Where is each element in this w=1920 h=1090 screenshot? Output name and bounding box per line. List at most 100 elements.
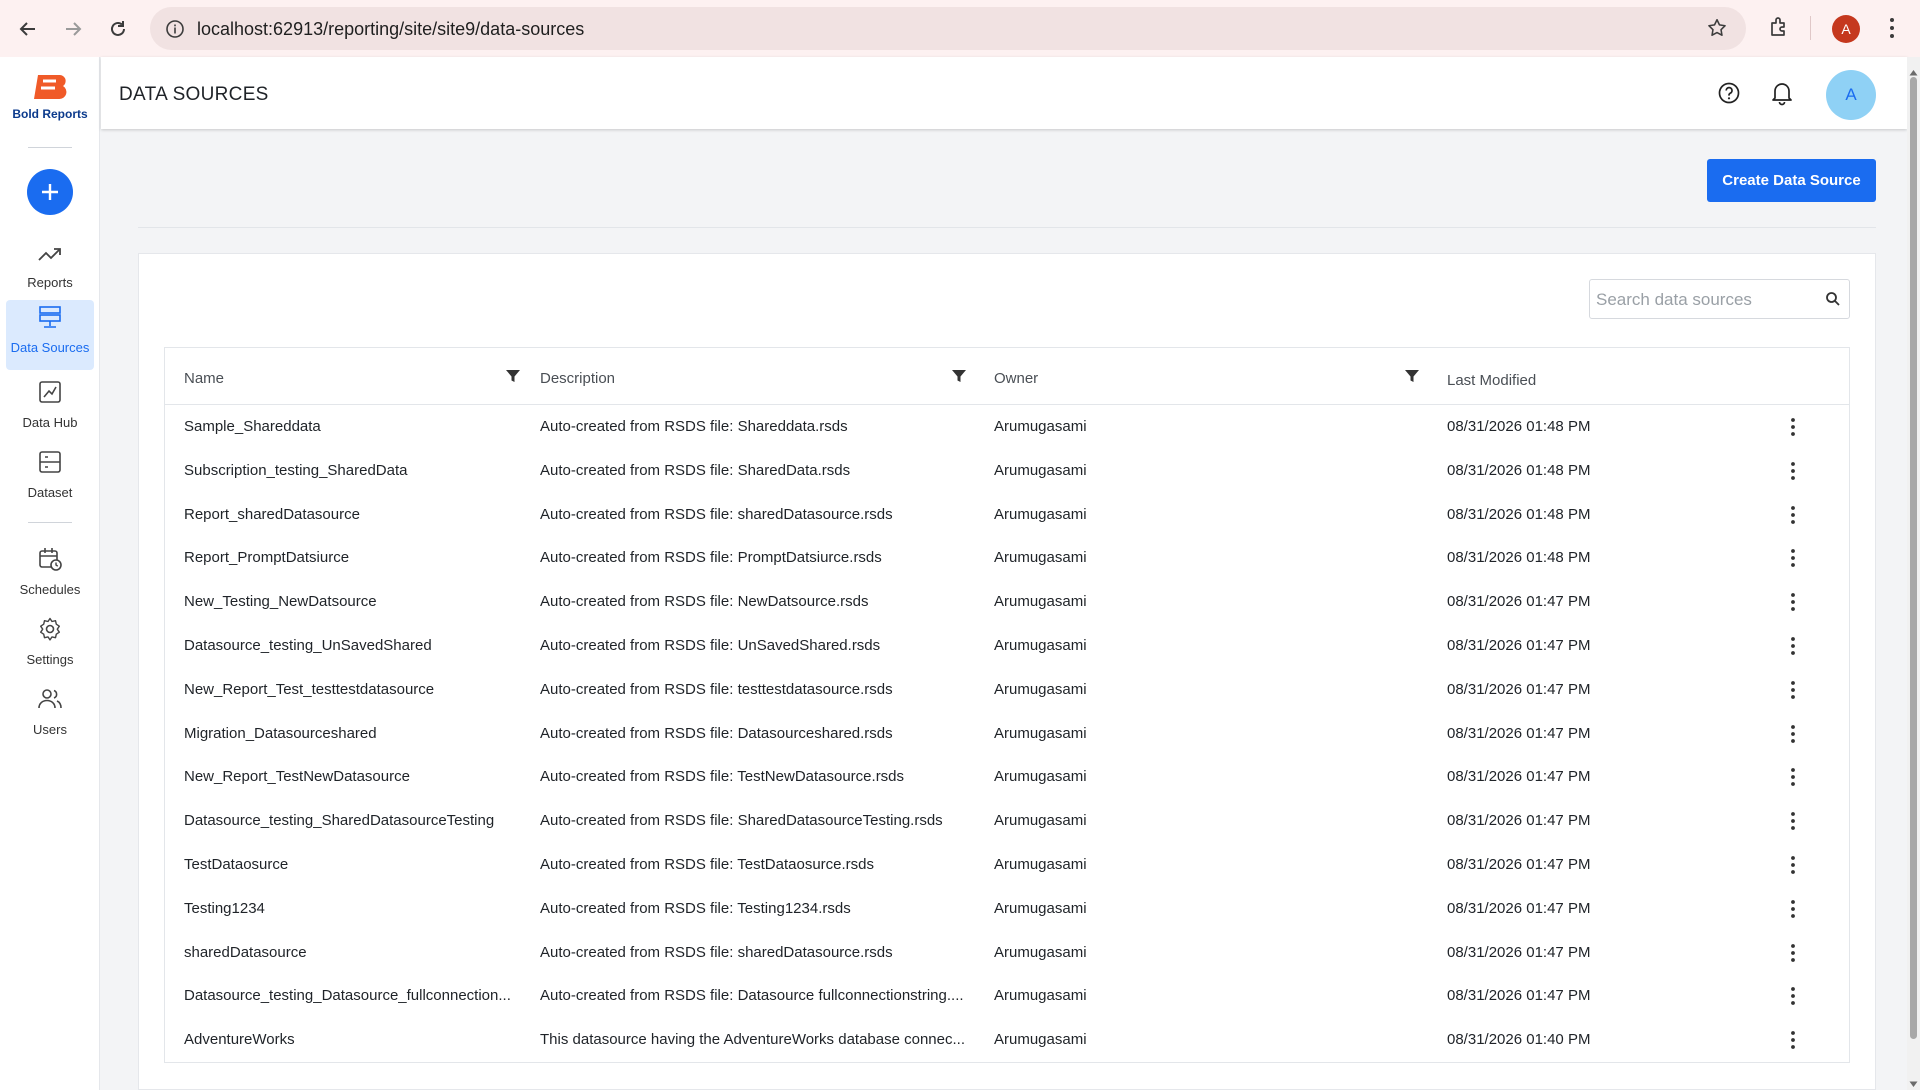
table-row[interactable]: New_Testing_NewDatsource Auto-created fro…: [165, 580, 1849, 624]
table-row[interactable]: Subscription_testing_SharedData Auto-crea…: [165, 449, 1849, 493]
url-text: localhost:62913/reporting/site/site9/dat…: [197, 19, 585, 39]
row-name-cell[interactable]: TestDataosurce: [184, 856, 514, 873]
table-row[interactable]: New_Report_TestNewDatasource Auto-created…: [165, 755, 1849, 799]
row-name-cell[interactable]: Datasource_testing_Datasource_fullconnec…: [184, 987, 514, 1004]
column-header-description[interactable]: Description: [540, 370, 615, 387]
row-more-options-icon[interactable]: [1781, 634, 1805, 658]
filter-icon[interactable]: [951, 368, 967, 389]
row-last-modified-cell: 08/31/2026 01:47 PM: [1447, 724, 1591, 742]
sidebar-divider: [28, 522, 72, 523]
table-row[interactable]: Datasource_testing_SharedDatasourceTesti…: [165, 799, 1849, 843]
table-row[interactable]: Sample_Shareddata Auto-created from RSDS …: [165, 405, 1849, 449]
row-description-cell: This datasource having the AdventureWork…: [540, 1031, 965, 1049]
table-row[interactable]: Testing1234 Auto-created from RSDS file: …: [165, 887, 1849, 931]
row-name-cell[interactable]: Sample_Shareddata: [184, 418, 514, 435]
row-description-cell: Auto-created from RSDS file: Testing1234…: [540, 899, 851, 917]
row-last-modified-cell: 08/31/2026 01:47 PM: [1447, 680, 1591, 698]
table-row[interactable]: Datasource_testing_Datasource_fullconnec…: [165, 974, 1849, 1018]
row-name-cell[interactable]: New_Report_TestNewDatasource: [184, 768, 514, 785]
filter-icon[interactable]: [505, 368, 521, 389]
page-scrollbar[interactable]: [1907, 57, 1920, 1090]
app-logo[interactable]: Bold Reports: [0, 71, 100, 121]
sidebar-item-data-hub[interactable]: Data Hub: [6, 375, 94, 437]
row-owner-cell: Arumugasami: [994, 461, 1087, 479]
user-avatar[interactable]: A: [1826, 70, 1876, 120]
table-row[interactable]: Report_PromptDatsiurce Auto-created from …: [165, 536, 1849, 580]
sidebar-item-label: Settings: [26, 652, 74, 667]
row-last-modified-cell: 08/31/2026 01:47 PM: [1447, 812, 1591, 830]
row-last-modified-cell: 08/31/2026 01:47 PM: [1447, 768, 1591, 786]
sidebar-item-users[interactable]: Users: [6, 682, 94, 744]
scrollbar-thumb[interactable]: [1910, 77, 1917, 1039]
row-last-modified-cell: 08/31/2026 01:47 PM: [1447, 899, 1591, 917]
scroll-down-arrow-icon[interactable]: [1909, 1075, 1918, 1090]
left-sidebar: Bold Reports Reports Data Sources Data H…: [0, 57, 100, 1090]
search-input[interactable]: Search data sources: [1589, 279, 1850, 319]
sidebar-item-data-sources[interactable]: Data Sources: [6, 300, 94, 370]
row-more-options-icon[interactable]: [1781, 459, 1805, 483]
row-owner-cell: Arumugasami: [994, 418, 1087, 435]
forward-icon[interactable]: [58, 14, 88, 44]
sidebar-item-label: Users: [33, 722, 67, 737]
back-icon[interactable]: [13, 14, 43, 44]
address-bar[interactable]: localhost:62913/reporting/site/site9/dat…: [150, 7, 1746, 50]
row-name-cell[interactable]: Datasource_testing_SharedDatasourceTesti…: [184, 812, 514, 829]
row-more-options-icon[interactable]: [1781, 415, 1805, 439]
row-more-options-icon[interactable]: [1781, 722, 1805, 746]
sidebar-item-settings[interactable]: Settings: [6, 612, 94, 674]
row-name-cell[interactable]: Datasource_testing_UnSavedShared: [184, 637, 514, 654]
row-more-options-icon[interactable]: [1781, 678, 1805, 702]
create-new-button[interactable]: [27, 169, 73, 215]
row-owner-cell: Arumugasami: [994, 899, 1087, 917]
row-more-options-icon[interactable]: [1781, 897, 1805, 921]
bookmark-star-icon[interactable]: [1706, 17, 1728, 44]
row-name-cell[interactable]: Testing1234: [184, 900, 514, 917]
reload-icon[interactable]: [103, 14, 133, 44]
site-info-icon[interactable]: [165, 19, 185, 44]
row-more-options-icon[interactable]: [1781, 809, 1805, 833]
row-more-options-icon[interactable]: [1781, 984, 1805, 1008]
row-last-modified-cell: 08/31/2026 01:40 PM: [1447, 1031, 1591, 1049]
column-header-owner[interactable]: Owner: [994, 370, 1038, 387]
row-more-options-icon[interactable]: [1781, 590, 1805, 614]
row-name-cell[interactable]: Migration_Datasourceshared: [184, 725, 514, 742]
bold-reports-logo-icon: [30, 71, 70, 103]
row-name-cell[interactable]: New_Testing_NewDatsource: [184, 593, 514, 610]
table-row[interactable]: sharedDatasource Auto-created from RSDS f…: [165, 931, 1849, 975]
table-row[interactable]: Report_sharedDatasource Auto-created from…: [165, 493, 1849, 537]
row-description-cell: Auto-created from RSDS file: testtestdat…: [540, 680, 893, 698]
sidebar-item-reports[interactable]: Reports: [6, 235, 94, 297]
column-header-last-modified[interactable]: Last Modified: [1447, 372, 1536, 389]
table-row[interactable]: Migration_Datasourceshared Auto-created f…: [165, 712, 1849, 756]
notification-bell-icon[interactable]: [1770, 80, 1794, 111]
row-more-options-icon[interactable]: [1781, 503, 1805, 527]
row-name-cell[interactable]: New_Report_Test_testtestdatasource: [184, 681, 514, 698]
toolbar-divider: [1810, 16, 1811, 40]
filter-icon[interactable]: [1404, 368, 1420, 389]
help-icon[interactable]: [1717, 81, 1741, 110]
row-more-options-icon[interactable]: [1781, 941, 1805, 965]
sidebar-item-schedules[interactable]: Schedules: [6, 542, 94, 604]
row-name-cell[interactable]: sharedDatasource: [184, 944, 514, 961]
search-icon[interactable]: [1825, 291, 1841, 312]
table-row[interactable]: New_Report_Test_testtestdatasource Auto-c…: [165, 668, 1849, 712]
sidebar-item-dataset[interactable]: Dataset: [6, 445, 94, 507]
profile-avatar[interactable]: A: [1832, 15, 1860, 43]
create-data-source-button[interactable]: Create Data Source: [1707, 159, 1876, 202]
table-row[interactable]: AdventureWorks This datasource having the…: [165, 1018, 1849, 1062]
row-name-cell[interactable]: Report_PromptDatsiurce: [184, 549, 514, 566]
browser-menu-icon[interactable]: [1880, 14, 1904, 47]
row-more-options-icon[interactable]: [1781, 765, 1805, 789]
table-row[interactable]: Datasource_testing_UnSavedShared Auto-cre…: [165, 624, 1849, 668]
column-header-name[interactable]: Name: [184, 370, 224, 387]
row-owner-cell: Arumugasami: [994, 505, 1087, 523]
row-owner-cell: Arumugasami: [994, 943, 1087, 961]
row-name-cell[interactable]: Subscription_testing_SharedData: [184, 462, 514, 479]
row-name-cell[interactable]: Report_sharedDatasource: [184, 506, 514, 523]
table-row[interactable]: TestDataosurce Auto-created from RSDS fil…: [165, 843, 1849, 887]
row-more-options-icon[interactable]: [1781, 1028, 1805, 1052]
row-more-options-icon[interactable]: [1781, 546, 1805, 570]
row-more-options-icon[interactable]: [1781, 853, 1805, 877]
extensions-icon[interactable]: [1767, 15, 1791, 44]
row-name-cell[interactable]: AdventureWorks: [184, 1031, 514, 1048]
